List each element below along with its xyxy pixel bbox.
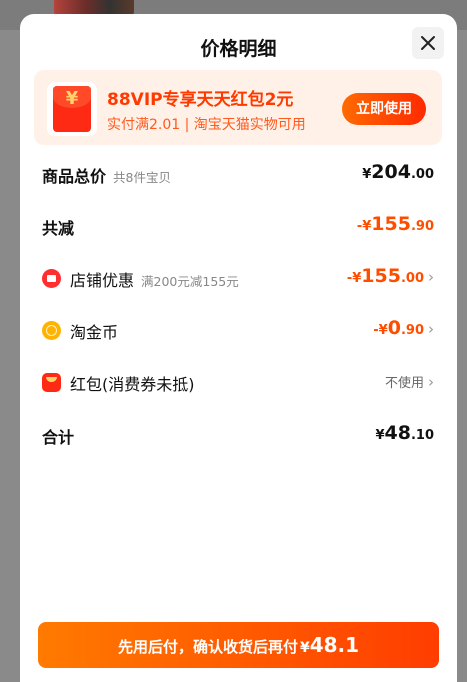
hongbao-icon bbox=[42, 373, 61, 392]
goods-total-label: 商品总价 bbox=[42, 167, 107, 186]
sheet-title: 价格明细 bbox=[200, 38, 277, 60]
price-detail-sheet: 价格明细 ¥ 88VIP专享天天红包2元 实付满2.01 | 淘宝天猫实物可用 … bbox=[20, 14, 457, 682]
reduction-amount: -¥155.90 bbox=[356, 213, 434, 235]
shop-discount-note: 满200元减155元 bbox=[141, 274, 239, 289]
close-button[interactable] bbox=[412, 27, 444, 59]
row-hongbao[interactable]: 红包(消费券未抵) 不使用 › bbox=[42, 367, 434, 397]
yen-glyph: ¥ bbox=[65, 88, 79, 109]
use-now-button[interactable]: 立即使用 bbox=[342, 93, 426, 125]
chevron-right-icon: › bbox=[428, 320, 434, 338]
shop-icon bbox=[42, 269, 61, 288]
chevron-right-icon: › bbox=[428, 268, 434, 286]
goods-count-note: 共8件宝贝 bbox=[113, 170, 171, 185]
red-envelope-icon: ¥ bbox=[47, 82, 97, 136]
row-shop-discount[interactable]: 店铺优惠 满200元减155元 -¥155.00 › bbox=[42, 263, 434, 293]
hongbao-value: 不使用 bbox=[384, 376, 424, 391]
goods-total-amount: ¥204.00 bbox=[362, 161, 434, 183]
shop-discount-label: 店铺优惠 bbox=[70, 271, 135, 290]
taojinbi-label: 淘金币 bbox=[70, 323, 119, 342]
row-taojinbi[interactable]: 淘金币 -¥0.90 › bbox=[42, 315, 434, 345]
pay-later-button[interactable]: 先用后付，确认收货后再付 ¥48.1 bbox=[38, 622, 439, 668]
row-goods-total: 商品总价 共8件宝贝 ¥204.00 bbox=[42, 159, 434, 189]
row-total-reduction: 共减 -¥155.90 bbox=[42, 211, 434, 241]
sum-label: 合计 bbox=[42, 428, 75, 447]
row-sum: 合计 ¥48.10 bbox=[42, 420, 434, 450]
chevron-right-icon: › bbox=[428, 373, 434, 391]
reduction-label: 共减 bbox=[42, 219, 75, 238]
sum-amount: ¥48.10 bbox=[375, 422, 434, 444]
vip-coupon-banner: ¥ 88VIP专享天天红包2元 实付满2.01 | 淘宝天猫实物可用 立即使用 bbox=[34, 70, 442, 145]
coupon-title: 88VIP专享天天红包2元 bbox=[107, 90, 294, 110]
gold-coin-icon bbox=[42, 321, 61, 340]
taojinbi-amount: -¥0.90 › bbox=[373, 317, 434, 339]
coupon-subtitle: 实付满2.01 | 淘宝天猫实物可用 bbox=[107, 117, 306, 133]
hongbao-label: 红包(消费券未抵) bbox=[70, 375, 195, 394]
close-icon bbox=[421, 36, 435, 50]
shop-discount-amount: -¥155.00 › bbox=[346, 265, 434, 287]
